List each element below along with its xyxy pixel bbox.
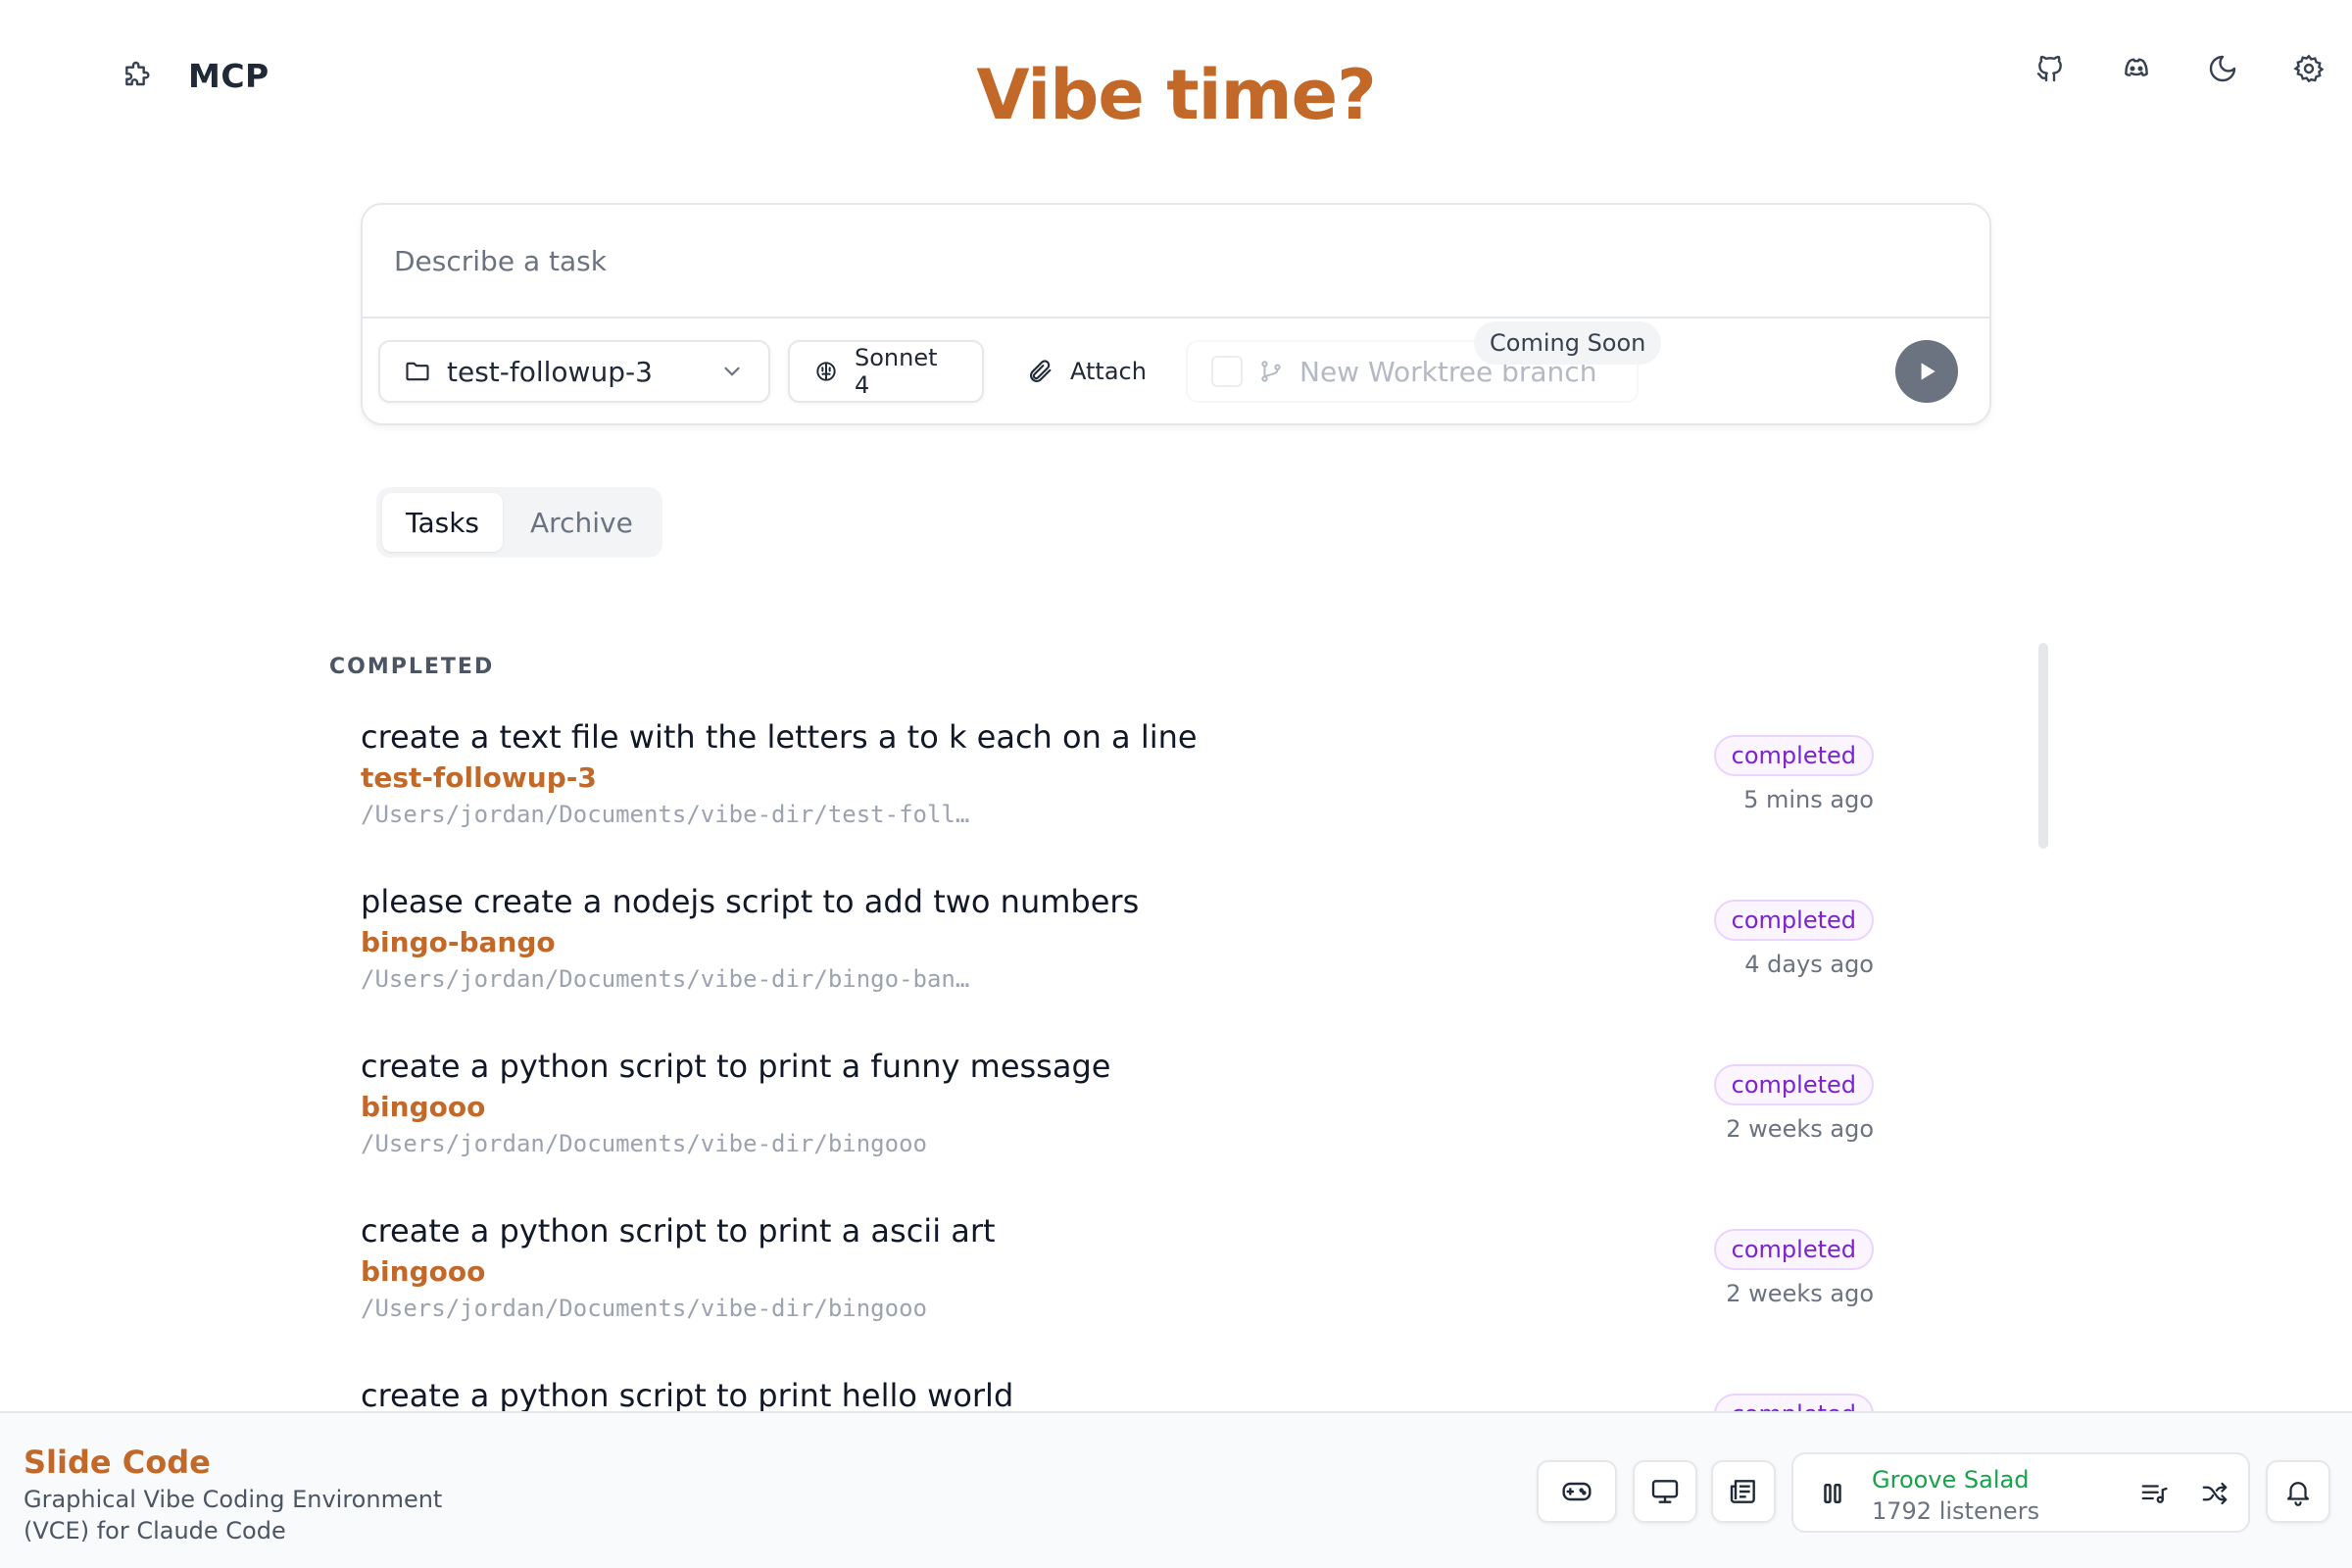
brand-name: Slide Code: [24, 1444, 211, 1481]
task-time: 5 mins ago: [1743, 786, 1874, 813]
radio-player: Groove Salad 1792 listeners: [1791, 1452, 2250, 1533]
task-time: 4 days ago: [1744, 951, 1874, 978]
status-badge: completed: [1713, 1394, 1874, 1411]
paperclip-icon: [1027, 358, 1054, 385]
playlist-button[interactable]: [2134, 1474, 2174, 1513]
brand: Slide Code Graphical Vibe Coding Environ…: [24, 1441, 455, 1546]
brain-icon: [813, 359, 839, 384]
newspaper-icon: [1728, 1476, 1759, 1507]
folder-label: test-followup-3: [447, 355, 653, 388]
moon-icon[interactable]: [2203, 49, 2242, 88]
task-title: create a python script to print a ascii …: [361, 1212, 996, 1250]
monitor-button[interactable]: [1633, 1460, 1697, 1523]
status-badge: completed: [1713, 900, 1874, 941]
model-button[interactable]: Sonnet 4: [788, 340, 984, 403]
task-path: /Users/jordan/Documents/vibe-dir/test-fo…: [361, 801, 970, 828]
task-path: /Users/jordan/Documents/vibe-dir/bingooo: [361, 1130, 927, 1157]
settings-icon[interactable]: [2289, 49, 2328, 88]
task-time: 2 weeks ago: [1726, 1280, 1874, 1307]
github-icon[interactable]: [2031, 49, 2070, 88]
task-row[interactable]: create a python script to print a funny …: [329, 1031, 1897, 1196]
task-row[interactable]: create a text file with the letters a to…: [329, 702, 1897, 866]
git-branch-icon: [1258, 359, 1284, 384]
task-branch: bingooo: [361, 1255, 486, 1288]
pause-icon: [1818, 1479, 1847, 1508]
footer: Slide Code Graphical Vibe Coding Environ…: [0, 1411, 2352, 1568]
task-list: create a text file with the letters a to…: [329, 702, 1897, 1411]
notifications-button[interactable]: [2266, 1460, 2330, 1523]
status-badge: completed: [1713, 1229, 1874, 1270]
task-row[interactable]: create a python script to print a ascii …: [329, 1196, 1897, 1360]
task-input[interactable]: [363, 205, 1989, 318]
task-time: 2 weeks ago: [1726, 1115, 1874, 1143]
shuffle-button[interactable]: [2195, 1474, 2234, 1513]
game-button[interactable]: [1537, 1460, 1617, 1523]
task-path: /Users/jordan/Documents/vibe-dir/bingo-b…: [361, 965, 970, 993]
brand-description: Graphical Vibe Coding Environment (VCE) …: [24, 1486, 443, 1544]
task-row[interactable]: please create a nodejs script to add two…: [329, 866, 1897, 1031]
folder-select[interactable]: test-followup-3: [378, 340, 770, 403]
bell-icon: [2283, 1477, 2313, 1506]
page-title: Vibe time?: [976, 55, 1376, 135]
coming-soon-tooltip: Coming Soon: [1474, 321, 1662, 365]
task-path: /Users/jordan/Documents/vibe-dir/bingooo: [361, 1295, 927, 1322]
task-title: please create a nodejs script to add two…: [361, 883, 1140, 920]
task-branch: bingooo: [361, 1091, 486, 1123]
tab-archive[interactable]: Archive: [507, 493, 657, 552]
listener-count: 1792 listeners: [1872, 1497, 2040, 1525]
model-label: Sonnet 4: [855, 344, 938, 399]
play-icon: [1914, 359, 1939, 384]
gamepad-icon: [1561, 1476, 1592, 1507]
task-composer: test-followup-3 Sonnet 4 Attach New Work…: [361, 203, 1991, 425]
shuffle-icon: [2200, 1479, 2230, 1508]
attach-label: Attach: [1070, 358, 1147, 385]
news-button[interactable]: [1711, 1460, 1776, 1523]
tab-tasks[interactable]: Tasks: [382, 493, 504, 552]
playlist-icon: [2139, 1479, 2169, 1508]
section-heading: COMPLETED: [329, 655, 495, 679]
folder-icon: [404, 358, 431, 385]
monitor-icon: [1649, 1476, 1681, 1507]
discord-icon[interactable]: [2117, 49, 2156, 88]
pause-button[interactable]: [1813, 1474, 1852, 1513]
task-title: create a python script to print hello wo…: [361, 1377, 1014, 1411]
task-row[interactable]: create a python script to print hello wo…: [329, 1360, 1897, 1411]
tab-bar: Tasks Archive: [376, 487, 662, 558]
worktree-checkbox: [1211, 356, 1243, 387]
status-badge: completed: [1713, 1064, 1874, 1105]
attach-button[interactable]: Attach: [1002, 340, 1168, 403]
task-branch: bingo-bango: [361, 926, 556, 958]
chevron-down-icon: [719, 359, 745, 384]
task-title: create a text file with the letters a to…: [361, 718, 1198, 756]
station-name: Groove Salad: [1872, 1466, 2030, 1494]
task-title: create a python script to print a funny …: [361, 1048, 1111, 1085]
task-branch: test-followup-3: [361, 761, 597, 794]
scrollbar[interactable]: [2038, 643, 2048, 849]
status-badge: completed: [1713, 735, 1874, 776]
run-button[interactable]: [1895, 340, 1958, 403]
